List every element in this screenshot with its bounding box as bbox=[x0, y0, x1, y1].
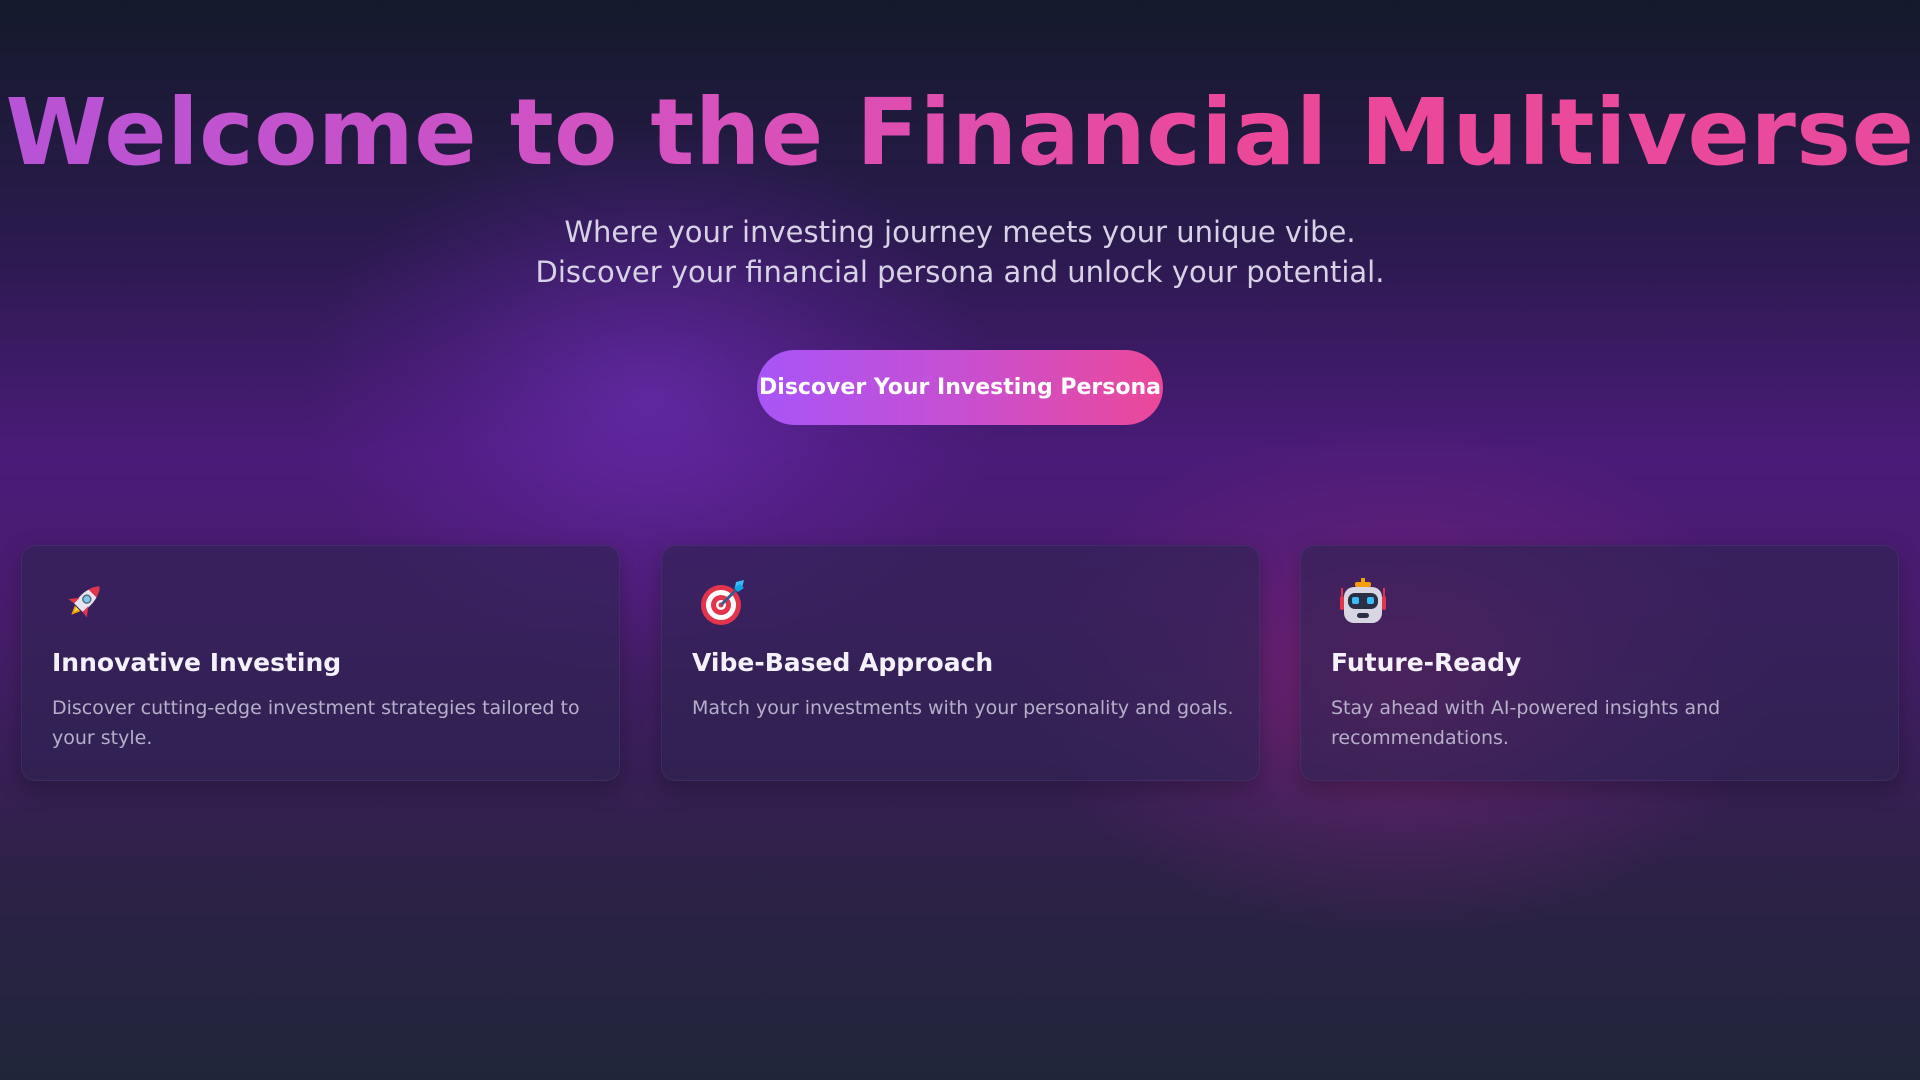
feature-card-innovative-investing: Innovative Investing Discover cutting-ed… bbox=[21, 545, 620, 781]
hero-subtitle: Where your investing journey meets your … bbox=[535, 215, 1385, 289]
feature-title: Future-Ready bbox=[1331, 648, 1522, 677]
rocket-icon bbox=[58, 576, 110, 628]
feature-card-vibe-based-approach: Vibe-Based Approach Match your investmen… bbox=[661, 545, 1260, 781]
feature-title: Innovative Investing bbox=[52, 648, 342, 677]
target-icon bbox=[698, 576, 750, 628]
discover-persona-button[interactable]: Discover Your Investing Persona bbox=[757, 350, 1163, 425]
feature-description: Match your investments with your persona… bbox=[692, 697, 1234, 719]
robot-icon bbox=[1337, 576, 1389, 628]
feature-description: Discover cutting-edge investment strateg… bbox=[52, 697, 580, 749]
feature-card-future-ready: Future-Ready Stay ahead with AI-powered … bbox=[1300, 545, 1899, 781]
feature-title: Vibe-Based Approach bbox=[692, 648, 994, 677]
feature-description: Stay ahead with AI-powered insights and … bbox=[1331, 697, 1721, 749]
page-title: Welcome to the Financial Multiverse bbox=[0, 78, 1920, 188]
